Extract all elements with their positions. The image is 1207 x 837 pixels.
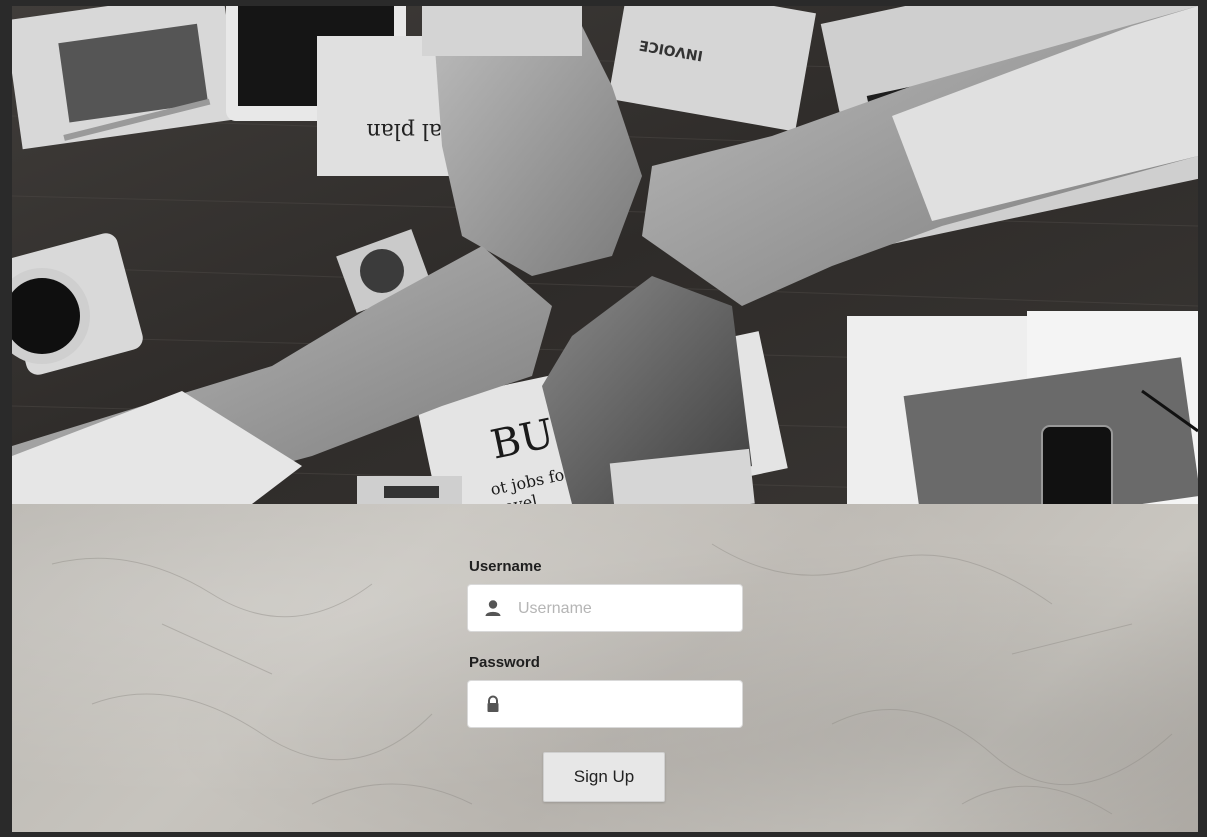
lock-icon	[484, 695, 502, 713]
hero-photo: al plan INVOICE BUS ot jobs for people a…	[12, 6, 1198, 504]
signup-button-row: Sign Up	[543, 752, 665, 802]
signup-button[interactable]: Sign Up	[543, 752, 665, 802]
hero-image: al plan INVOICE BUS ot jobs for people a…	[12, 6, 1198, 504]
page-frame: al plan INVOICE BUS ot jobs for people a…	[0, 0, 1207, 837]
user-icon	[484, 599, 502, 617]
username-field[interactable]	[467, 584, 743, 632]
password-field[interactable]	[467, 680, 743, 728]
signup-panel: Username Password	[12, 504, 1198, 832]
signup-form: Username Password	[467, 558, 745, 750]
username-label: Username	[469, 558, 542, 575]
username-input[interactable]	[516, 593, 730, 625]
plan-text: al plan	[366, 118, 442, 143]
password-input[interactable]	[516, 689, 730, 721]
password-label: Password	[469, 654, 540, 671]
